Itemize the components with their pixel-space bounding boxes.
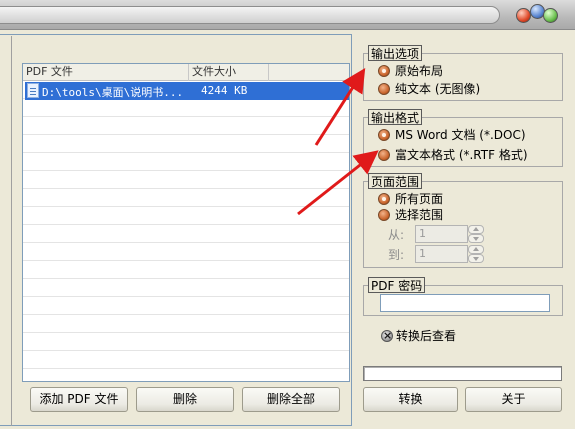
close-orb-icon[interactable] [516,8,531,23]
conversion-progress-bar [363,366,562,381]
stepper-down-icon[interactable] [468,234,484,243]
to-page-stepper[interactable] [468,245,484,263]
radio-label: 纯文本 (无图像) [395,82,481,96]
checkbox-icon [381,328,393,344]
convert-button[interactable]: 转换 [363,387,458,412]
file-size: 4244 KB [201,84,248,97]
from-page-input[interactable]: 1 [415,225,468,243]
radio-selected-icon [378,65,390,77]
stepper-up-icon[interactable] [468,245,484,254]
page-range-legend: 页面范围 [368,173,423,189]
from-label: 从: [388,228,405,242]
radio-icon [378,209,390,221]
output-options-group: 输出选项 原始布局 纯文本 (无图像) [363,45,563,101]
pdf-password-legend: PDF 密码 [368,277,426,293]
output-options-legend: 输出选项 [368,45,423,61]
checkbox-label: 转换后查看 [396,329,457,343]
add-pdf-button[interactable]: 添加 PDF 文件 [30,387,128,412]
pdf-password-input[interactable] [380,294,550,312]
stepper-up-icon[interactable] [468,225,484,234]
window-titlebar [0,0,575,30]
pdf-password-group: PDF 密码 [363,277,563,316]
panel-divider [0,36,12,426]
radio-selected-icon [378,193,390,205]
file-list[interactable]: PDF 文件 文件大小 D:\tools\桌面\说明书... 4244 KB [22,63,350,382]
title-track [0,6,500,24]
stepper-down-icon[interactable] [468,254,484,263]
radio-label: 原始布局 [395,64,444,78]
from-page-stepper[interactable] [468,225,484,243]
table-row[interactable]: D:\tools\桌面\说明书... 4244 KB [25,82,349,100]
output-format-legend: 输出格式 [368,109,423,125]
radio-label: 富文本格式 (*.RTF 格式) [395,148,528,162]
to-page-input[interactable]: 1 [415,245,468,263]
delete-all-button[interactable]: 删除全部 [242,387,340,412]
about-button[interactable]: 关于 [465,387,562,412]
output-format-group: 输出格式 MS Word 文档 (*.DOC) 富文本格式 (*.RTF 格式) [363,109,563,167]
radio-label: MS Word 文档 (*.DOC) [395,128,526,142]
maximize-orb-icon[interactable] [543,8,558,23]
radio-selected-icon [378,129,390,141]
radio-label: 选择范围 [395,208,444,222]
delete-button[interactable]: 删除 [136,387,234,412]
to-label: 到: [388,248,405,262]
column-header-file[interactable]: PDF 文件 [23,64,189,81]
radio-label: 所有页面 [395,192,444,206]
page-range-group: 页面范围 所有页面 选择范围 从: 1 到: 1 [363,173,563,268]
column-header-size[interactable]: 文件大小 [189,64,269,81]
radio-icon [378,149,390,161]
file-list-header: PDF 文件 文件大小 [23,64,349,81]
file-name: D:\tools\桌面\说明书... [42,86,184,99]
list-gridlines [23,81,349,381]
file-icon [27,83,39,98]
radio-icon [378,83,390,95]
